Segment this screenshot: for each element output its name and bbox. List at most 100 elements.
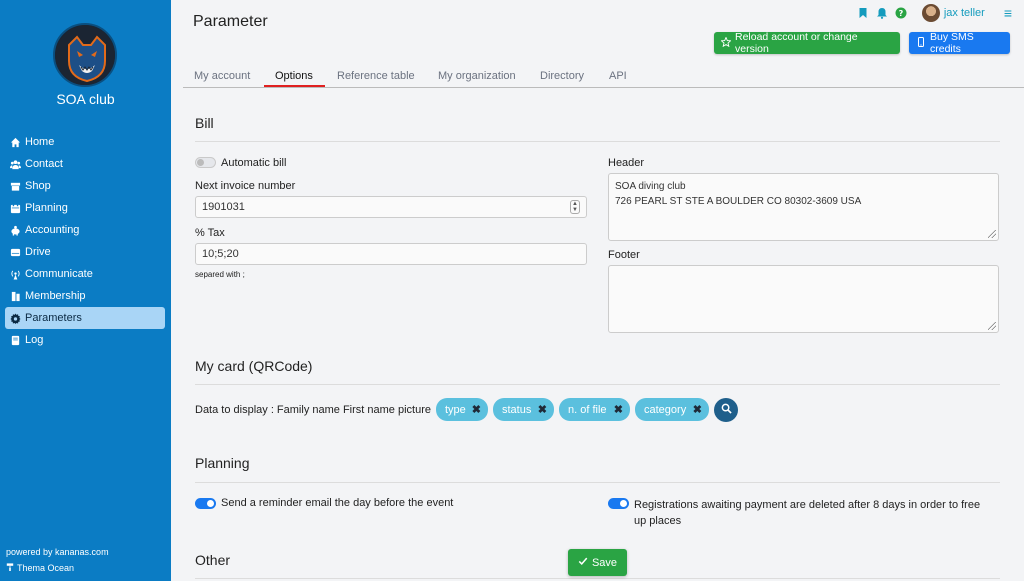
tab-my-organization[interactable]: My organization bbox=[438, 70, 516, 82]
section-divider bbox=[195, 482, 1000, 483]
hamburger-menu-icon[interactable]: ≡ bbox=[1004, 5, 1012, 21]
remove-icon[interactable]: ✖ bbox=[472, 403, 481, 416]
users-icon bbox=[9, 158, 21, 170]
remove-icon[interactable]: ✖ bbox=[538, 403, 547, 416]
page-title: Parameter bbox=[193, 13, 268, 30]
remove-icon[interactable]: ✖ bbox=[614, 403, 623, 416]
user-name: jax teller bbox=[943, 7, 985, 19]
sidebar-item-label: Drive bbox=[25, 246, 51, 258]
sidebar-item-log[interactable]: Log bbox=[5, 329, 165, 351]
header-line: 726 PEARL ST STE A BOULDER CO 80302-3609… bbox=[615, 196, 862, 207]
sidebar-item-label: Contact bbox=[25, 158, 63, 170]
display-fields-label: Data to display : Family name First name… bbox=[195, 404, 431, 416]
next-invoice-label: Next invoice number bbox=[195, 180, 296, 192]
remove-icon[interactable]: ✖ bbox=[693, 403, 702, 416]
broadcast-icon bbox=[9, 268, 21, 280]
buy-sms-button[interactable]: Buy SMS credits bbox=[909, 31, 1010, 55]
tab-options[interactable]: Options bbox=[275, 70, 313, 82]
calendar-icon bbox=[9, 202, 21, 214]
registrations-delete-toggle[interactable] bbox=[608, 498, 629, 509]
theme-label: Thema Ocean bbox=[17, 563, 75, 573]
resize-handle[interactable] bbox=[988, 322, 996, 330]
tab-reference-table[interactable]: Reference table bbox=[337, 70, 415, 82]
registrations-delete-label: Registrations awaiting payment are delet… bbox=[634, 497, 980, 529]
tax-input[interactable]: 10;5;20 bbox=[195, 243, 587, 265]
sidebar-item-membership[interactable]: Membership bbox=[5, 285, 165, 307]
sidebar-item-accounting[interactable]: Accounting bbox=[5, 219, 165, 241]
footer-label: Footer bbox=[608, 249, 640, 261]
chip-status[interactable]: status ✖ bbox=[493, 398, 554, 421]
sidebar-item-contact[interactable]: Contact bbox=[5, 153, 165, 175]
user-menu[interactable]: jax teller bbox=[921, 4, 985, 22]
avatar bbox=[921, 4, 940, 22]
club-name: SOA club bbox=[56, 91, 115, 107]
chip-n-of-file[interactable]: n. of file ✖ bbox=[559, 398, 630, 421]
gear-icon bbox=[9, 312, 21, 324]
theme-selector[interactable]: Thema Ocean bbox=[6, 563, 74, 573]
book-icon bbox=[9, 334, 21, 346]
reload-account-button[interactable]: Reload account or change version bbox=[714, 31, 900, 55]
sidebar-item-label: Planning bbox=[25, 202, 68, 214]
mobile-icon bbox=[916, 36, 926, 50]
id-card-icon bbox=[9, 290, 21, 302]
tab-directory[interactable]: Directory bbox=[540, 70, 584, 82]
section-title-my-card: My card (QRCode) bbox=[195, 358, 313, 374]
sidebar-item-label: Membership bbox=[25, 290, 86, 302]
section-divider bbox=[195, 141, 1000, 142]
tax-label: % Tax bbox=[195, 227, 225, 239]
drive-icon bbox=[9, 246, 21, 258]
next-invoice-input[interactable]: 1901031 ▲ ▼ bbox=[195, 196, 587, 218]
active-tab-indicator bbox=[264, 85, 325, 87]
bell-icon[interactable] bbox=[876, 7, 888, 19]
sidebar-item-shop[interactable]: Shop bbox=[5, 175, 165, 197]
registrations-line: Registrations awaiting payment are delet… bbox=[634, 499, 981, 511]
tax-value: 10;5;20 bbox=[202, 248, 239, 260]
buy-sms-label: Buy SMS credits bbox=[930, 31, 974, 55]
reload-account-label: Reload account or change version bbox=[735, 31, 858, 55]
section-title-other: Other bbox=[195, 552, 231, 568]
chip-label: category bbox=[644, 403, 687, 416]
sidebar-item-label: Accounting bbox=[25, 224, 80, 236]
bookmark-icon[interactable] bbox=[857, 7, 869, 19]
sidebar-item-planning[interactable]: Planning bbox=[5, 197, 165, 219]
sidebar-item-label: Parameters bbox=[25, 312, 82, 324]
sidebar-item-label: Communicate bbox=[25, 268, 93, 280]
next-invoice-value: 1901031 bbox=[202, 201, 245, 213]
section-divider bbox=[195, 384, 1000, 385]
header-textarea[interactable]: SOA diving club 726 PEARL ST STE A BOULD… bbox=[608, 173, 999, 241]
help-icon[interactable]: ? bbox=[895, 7, 907, 19]
chip-category[interactable]: category ✖ bbox=[635, 398, 709, 421]
tax-hint: separed with ; bbox=[195, 270, 245, 279]
automatic-bill-label: Automatic bill bbox=[221, 157, 287, 169]
check-icon bbox=[578, 556, 588, 569]
resize-handle[interactable] bbox=[988, 230, 996, 238]
piggy-bank-icon bbox=[9, 224, 21, 236]
sidebar-item-home[interactable]: Home bbox=[5, 131, 165, 153]
number-spinner[interactable]: ▲ ▼ bbox=[570, 200, 580, 214]
powered-by-link[interactable]: powered by kananas.com bbox=[6, 547, 109, 557]
chip-type[interactable]: type ✖ bbox=[436, 398, 488, 421]
reminder-email-toggle[interactable] bbox=[195, 498, 216, 509]
tab-my-account[interactable]: My account bbox=[194, 70, 250, 82]
sidebar-item-label: Log bbox=[25, 334, 44, 346]
sidebar-item-parameters[interactable]: Parameters bbox=[5, 307, 165, 329]
svg-text:?: ? bbox=[899, 9, 904, 18]
club-logo bbox=[53, 23, 117, 87]
reminder-email-label: Send a reminder email the day before the… bbox=[221, 497, 454, 509]
tab-api[interactable]: API bbox=[609, 70, 627, 82]
sidebar-item-communicate[interactable]: Communicate bbox=[5, 263, 165, 285]
star-icon bbox=[720, 35, 732, 50]
save-button[interactable]: Save bbox=[568, 549, 627, 576]
search-button[interactable] bbox=[714, 398, 738, 422]
automatic-bill-toggle[interactable] bbox=[195, 157, 216, 168]
sidebar-item-drive[interactable]: Drive bbox=[5, 241, 165, 263]
sidebar: SOA club Home Contact Shop Planning Acco… bbox=[0, 0, 171, 581]
shop-icon bbox=[9, 180, 21, 192]
search-icon bbox=[721, 403, 732, 417]
tab-bar: My account Options Reference table My or… bbox=[183, 68, 1024, 88]
footer-textarea[interactable] bbox=[608, 265, 999, 333]
paint-roller-icon bbox=[6, 563, 14, 573]
sidebar-item-label: Shop bbox=[25, 180, 51, 192]
header-label: Header bbox=[608, 157, 645, 169]
sidebar-item-label: Home bbox=[25, 136, 55, 148]
